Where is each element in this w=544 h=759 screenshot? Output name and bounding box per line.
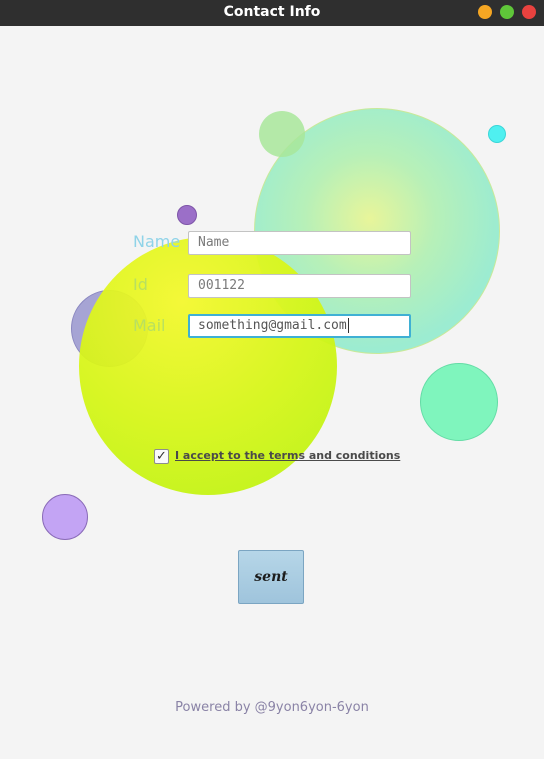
- mail-input[interactable]: something@gmail.com: [188, 314, 411, 338]
- bubble-purple-small: [177, 205, 197, 225]
- mail-label: Mail: [133, 316, 166, 335]
- terms-checkbox[interactable]: ✓: [154, 449, 169, 464]
- id-value: 001122: [198, 278, 245, 293]
- bubble-mint: [420, 363, 498, 441]
- footer-credit: Powered by @9yon6yon-6yon: [175, 700, 369, 715]
- close-button[interactable]: [522, 5, 536, 19]
- bubble-small-green: [259, 111, 305, 157]
- name-placeholder: Name: [198, 235, 230, 250]
- bubble-violet: [42, 494, 88, 540]
- name-input[interactable]: Name: [188, 231, 411, 255]
- name-label: Name: [133, 232, 181, 251]
- bubble-cyan: [488, 125, 506, 143]
- terms-link[interactable]: I accept to the terms and conditions: [175, 449, 400, 462]
- check-icon: ✓: [156, 449, 167, 464]
- window-title: Contact Info: [223, 4, 321, 20]
- mail-value: something@gmail.com: [198, 318, 347, 333]
- id-input[interactable]: 001122: [188, 274, 411, 298]
- maximize-button[interactable]: [500, 5, 514, 19]
- minimize-button[interactable]: [478, 5, 492, 19]
- id-label: Id: [133, 275, 148, 294]
- text-caret: [347, 318, 349, 333]
- content-area: [0, 26, 544, 759]
- sent-button[interactable]: sent: [238, 550, 304, 604]
- title-bar[interactable]: Contact Info: [0, 0, 544, 26]
